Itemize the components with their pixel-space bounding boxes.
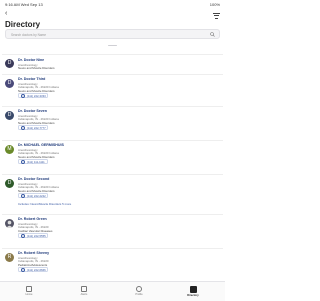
doctor-subspecialty: Pediatrics/Adolescents <box>18 262 48 267</box>
phone-number: (111) 222-5555 <box>27 234 46 238</box>
doctor-subspecialty: Neuro and Muscle Disorders <box>18 66 55 70</box>
doctor-name[interactable]: Dr. Robert Sheeny <box>18 251 49 255</box>
status-time: 9:16 AM Wed Sep 13 <box>5 2 43 7</box>
phone-button[interactable]: (111) 222-7777 <box>18 125 48 131</box>
tab-label: Profile <box>135 293 143 296</box>
search-input[interactable]: Search doctors by Name <box>5 29 220 39</box>
phone-icon <box>21 126 25 131</box>
doctor-name[interactable]: Dr. Robert Green <box>18 217 47 221</box>
profile-icon <box>136 286 142 292</box>
avatar: M <box>5 145 14 154</box>
doctor-card[interactable]: R Dr. Robert Sheeny Anesthesiology India… <box>2 248 223 275</box>
phone-button[interactable]: (111) 222-2222 <box>18 193 48 199</box>
doctor-subspecialty: Neuro and Muscle Disorders <box>18 154 55 159</box>
doctor-subspecialty: Neuro and Muscle Disorders <box>18 120 55 125</box>
doctor-name[interactable]: Dr. Doctor Seven <box>18 109 47 113</box>
doctor-name[interactable]: Dr. Doctor Third <box>18 77 45 81</box>
phone-icon <box>21 268 25 273</box>
person-icon <box>6 220 13 228</box>
doctor-card[interactable]: M Dr. MICHAEL GERMISHUIS Anesthesiology … <box>2 140 223 167</box>
phone-button[interactable]: (111) 111-1111 <box>18 159 48 165</box>
doctor-subspecialty: Neuro and Muscle Disorders <box>18 188 55 193</box>
doctor-name[interactable]: Dr. Doctor Second <box>18 177 49 181</box>
battery-indicator: 100% <box>209 2 220 7</box>
search-icon <box>210 32 215 37</box>
doctor-subspecialty: Neuro and Muscle Disorders <box>18 88 55 93</box>
tab-alerts[interactable]: Alerts <box>69 284 99 296</box>
phone-number: (111) 111-1111 <box>27 160 45 164</box>
doctor-name[interactable]: Dr. MICHAEL GERMISHUIS <box>18 143 64 147</box>
avatar: D <box>5 79 14 88</box>
avatar: R <box>5 253 14 262</box>
avatar-photo <box>5 219 14 228</box>
tab-profile[interactable]: Profile <box>124 284 154 296</box>
doctor-card[interactable]: D Dr. Doctor Second Anesthesiology India… <box>2 174 223 209</box>
bell-icon <box>81 286 87 292</box>
phone-icon <box>21 194 25 199</box>
home-icon <box>26 286 32 292</box>
doctor-card[interactable]: Dr. Robert Green Anesthesiology Indianap… <box>2 214 223 241</box>
phone-number: (111) 222-3333 <box>27 94 46 98</box>
avatar: D <box>5 111 14 120</box>
phone-number: (111) 222-2222 <box>27 194 46 198</box>
phone-button[interactable]: (111) 222-3333 <box>18 93 48 99</box>
filter-icon[interactable] <box>213 13 220 19</box>
tab-home[interactable]: Home <box>14 284 44 296</box>
phone-button[interactable]: (111) 222-6666 <box>18 267 48 273</box>
tab-label: Home <box>25 293 33 296</box>
phone-icon <box>21 160 25 165</box>
phone-number: (111) 222-7777 <box>27 126 46 130</box>
doctor-card[interactable]: D Dr. Doctor Seven Anesthesiology Indian… <box>2 106 223 133</box>
phone-icon <box>21 94 25 99</box>
phone-number: (111) 222-6666 <box>27 268 46 272</box>
tab-directory[interactable]: Directory <box>178 284 208 297</box>
header: ‹ Directory <box>0 9 225 29</box>
tab-bar: Home Alerts Profile Directory <box>0 281 225 301</box>
doctor-subspecialty: Cardiac Vascular Diseases <box>18 228 53 233</box>
phone-icon <box>21 234 25 239</box>
phone-button[interactable]: (111) 222-5555 <box>18 233 48 239</box>
tab-label: Directory <box>187 294 199 297</box>
directory-icon <box>189 286 197 293</box>
doctor-card[interactable]: D Dr. Doctor Nine Anesthesiology Neuro a… <box>2 54 223 73</box>
avatar: D <box>5 59 14 68</box>
search-placeholder: Search doctors by Name <box>11 32 47 37</box>
status-bar: 9:16 AM Wed Sep 13 100% <box>0 0 225 9</box>
back-arrow-icon[interactable]: ‹ <box>5 10 7 17</box>
page-title: Directory <box>5 20 41 29</box>
more-specialties-link[interactable]: Includes: Neuro/Muscle Disorders 5 more <box>18 202 71 206</box>
doctor-name[interactable]: Dr. Doctor Nine <box>18 58 44 62</box>
tab-label: Alerts <box>80 293 88 296</box>
doctor-card[interactable]: D Dr. Doctor Third Anesthesiology Indian… <box>2 74 223 101</box>
drag-handle <box>108 45 117 46</box>
avatar: D <box>5 179 14 188</box>
